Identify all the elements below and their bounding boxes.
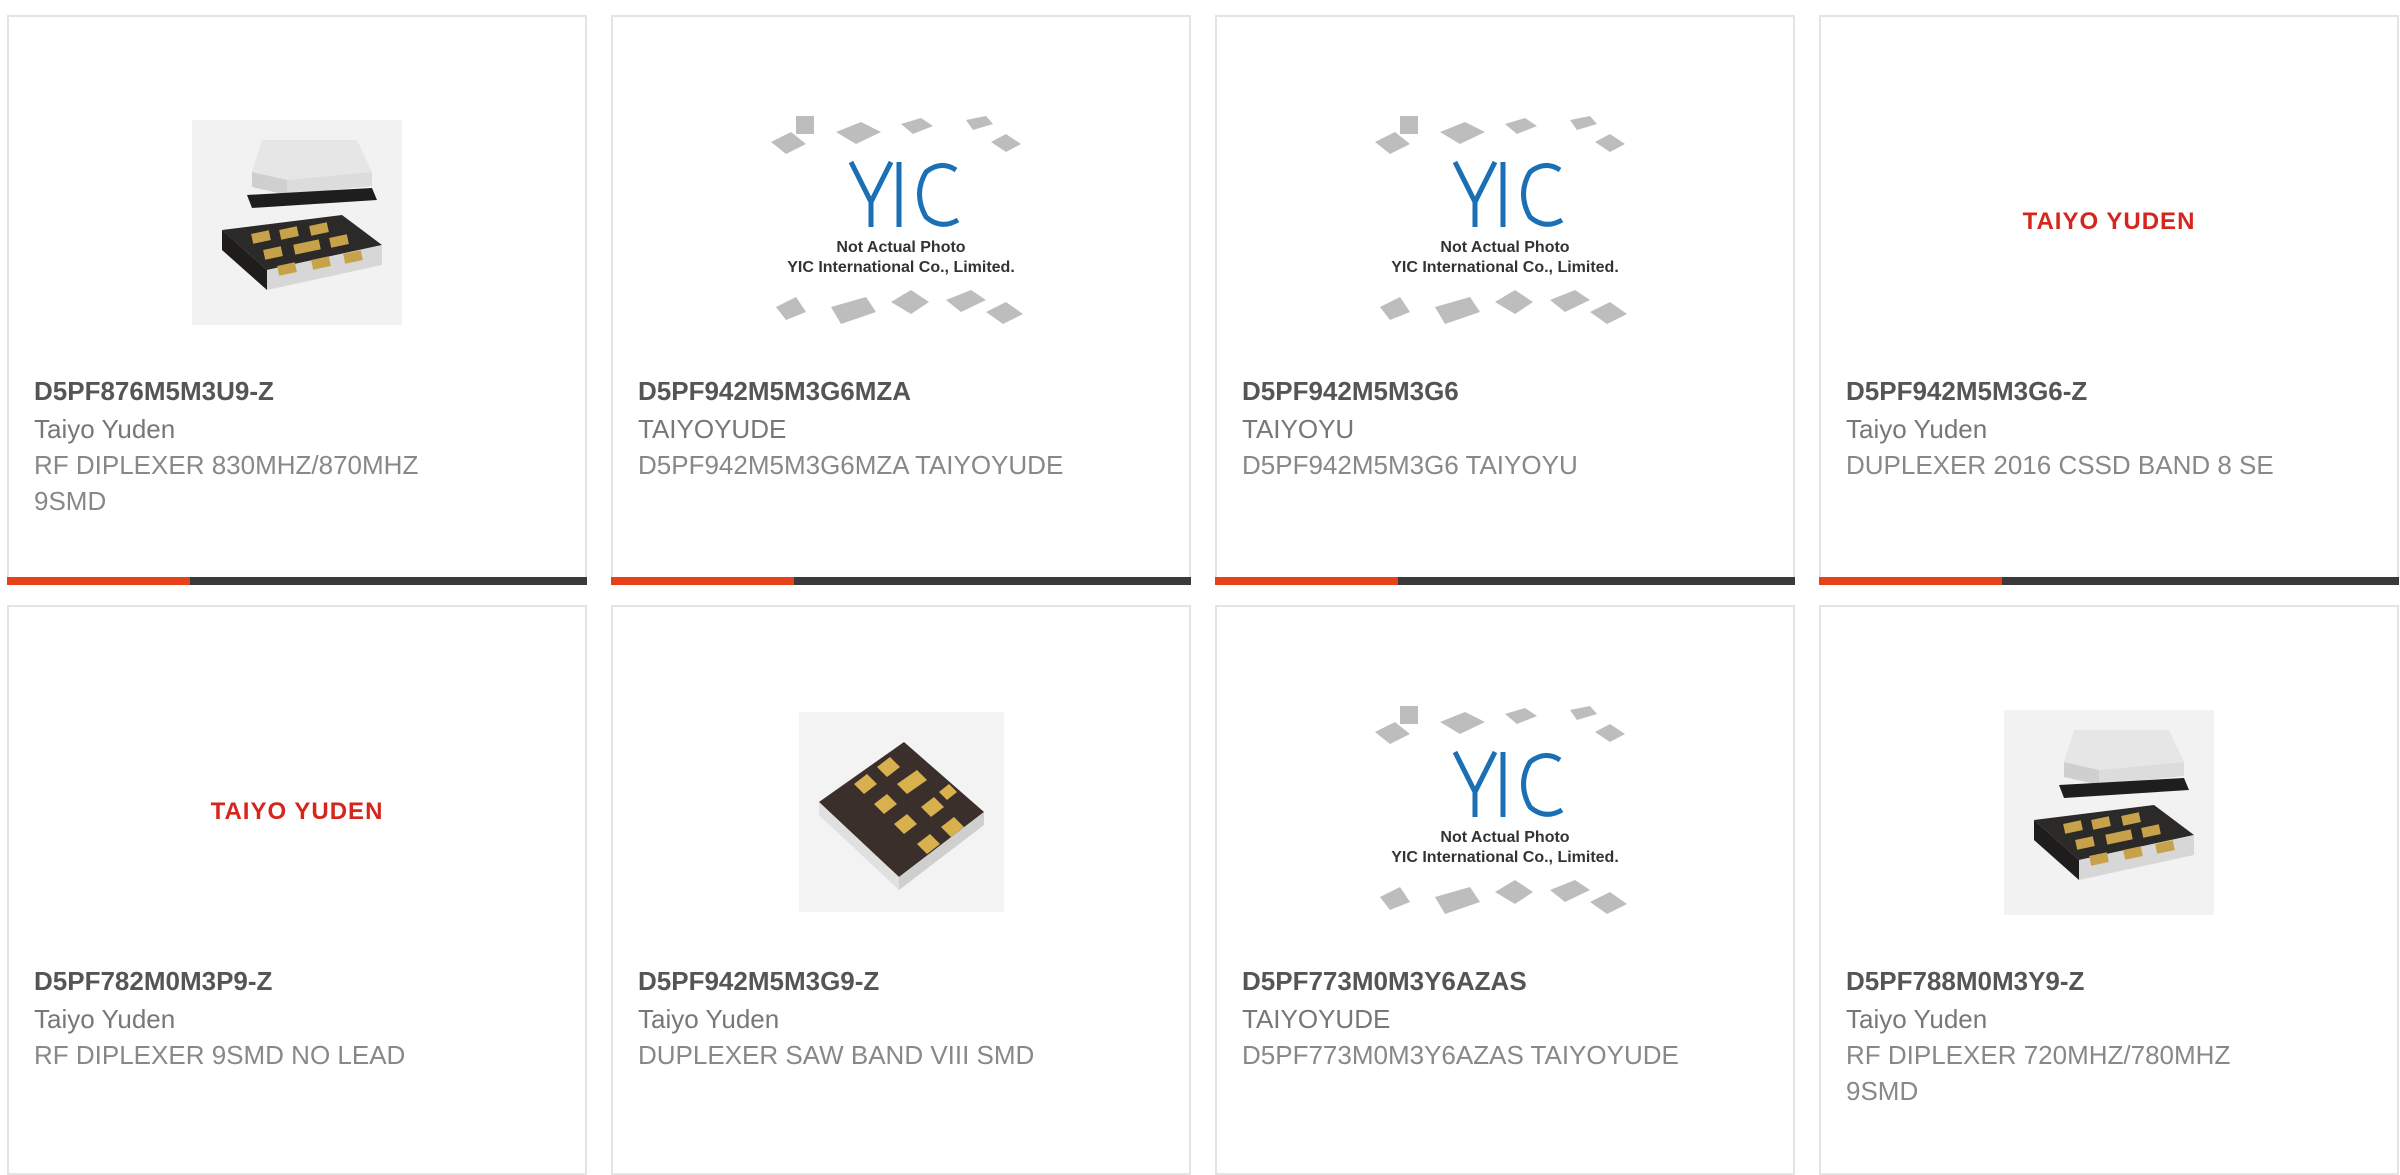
- product-part-number[interactable]: D5PF876M5M3U9-Z: [34, 373, 560, 409]
- product-brand: TAIYOYUDE: [1242, 1004, 1391, 1034]
- card-accent-bar: [7, 577, 587, 585]
- product-brand: Taiyo Yuden: [34, 414, 176, 444]
- product-image: [1821, 667, 2397, 957]
- product-part-number[interactable]: D5PF773M0M3Y6AZAS: [1242, 963, 1768, 999]
- product-card[interactable]: TAIYO YUDEN D5PF782M0M3P9-Z Taiyo Yuden …: [7, 605, 587, 1175]
- product-description: D5PF942M5M3G6MZA TAIYOYUDE: [638, 450, 1064, 480]
- product-card[interactable]: D5PF942M5M3G9-Z Taiyo Yuden DUPLEXER SAW…: [611, 605, 1191, 1175]
- card-accent-bar: [1215, 577, 1795, 585]
- card-accent-bar: [1819, 577, 2399, 585]
- product-card[interactable]: Not Actual Photo YIC International Co., …: [1215, 605, 1795, 1175]
- product-part-number[interactable]: D5PF782M0M3P9-Z: [34, 963, 560, 999]
- yic-placeholder-image: Not Actual Photo YIC International Co., …: [1375, 116, 1627, 324]
- product-part-number[interactable]: D5PF942M5M3G6-Z: [1846, 373, 2372, 409]
- product-image: [613, 667, 1189, 957]
- product-description: DUPLEXER SAW BAND VIII SMD: [638, 1040, 1035, 1070]
- product-card[interactable]: D5PF876M5M3U9-Z Taiyo Yuden RF DIPLEXER …: [7, 15, 587, 585]
- product-description: DUPLEXER 2016 CSSD BAND 8 SE: [1846, 450, 2274, 480]
- product-description: RF DIPLEXER 830MHZ/870MHZ 9SMD: [34, 450, 419, 516]
- product-card[interactable]: Not Actual Photo YIC International Co., …: [611, 15, 1191, 585]
- product-part-number[interactable]: D5PF942M5M3G6MZA: [638, 373, 1164, 409]
- chip-module-icon: [192, 119, 402, 325]
- product-description: RF DIPLEXER 9SMD NO LEAD: [34, 1040, 406, 1070]
- product-card[interactable]: TAIYO YUDEN D5PF942M5M3G6-Z Taiyo Yuden …: [1819, 15, 2399, 585]
- product-brand: Taiyo Yuden: [1846, 414, 1988, 444]
- image-caption-line2: YIC International Co., Limited.: [1391, 259, 1619, 276]
- image-caption-line2: YIC International Co., Limited.: [787, 259, 1015, 276]
- product-image: TAIYO YUDEN: [1821, 77, 2397, 367]
- product-card[interactable]: D5PF788M0M3Y9-Z Taiyo Yuden RF DIPLEXER …: [1819, 605, 2399, 1175]
- product-description: RF DIPLEXER 720MHZ/780MHZ 9SMD: [1846, 1040, 2231, 1106]
- product-brand: Taiyo Yuden: [34, 1004, 176, 1034]
- chip-pads-icon: [798, 712, 1004, 912]
- product-image: Not Actual Photo YIC International Co., …: [613, 77, 1189, 367]
- product-description: D5PF773M0M3Y6AZAS TAIYOYUDE: [1242, 1040, 1679, 1070]
- product-brand: TAIYOYUDE: [638, 414, 787, 444]
- product-part-number[interactable]: D5PF788M0M3Y9-Z: [1846, 963, 2372, 999]
- image-caption-line2: YIC International Co., Limited.: [1391, 849, 1619, 866]
- card-accent-bar: [611, 577, 1191, 585]
- product-image: TAIYO YUDEN: [9, 667, 585, 957]
- image-caption-line1: Not Actual Photo: [836, 239, 965, 256]
- image-caption-line1: Not Actual Photo: [1440, 239, 1569, 256]
- image-caption-line1: Not Actual Photo: [1440, 829, 1569, 846]
- yic-placeholder-image: Not Actual Photo YIC International Co., …: [1375, 706, 1627, 914]
- taiyo-yuden-logo: TAIYO YUDEN: [210, 798, 384, 825]
- product-part-number[interactable]: D5PF942M5M3G9-Z: [638, 963, 1164, 999]
- product-image: Not Actual Photo YIC International Co., …: [1217, 667, 1793, 957]
- product-brand: TAIYOYU: [1242, 414, 1355, 444]
- chip-module-icon: [2004, 709, 2214, 915]
- product-image: [9, 77, 585, 367]
- product-image: Not Actual Photo YIC International Co., …: [1217, 77, 1793, 367]
- product-card[interactable]: Not Actual Photo YIC International Co., …: [1215, 15, 1795, 585]
- taiyo-yuden-logo: TAIYO YUDEN: [2022, 208, 2196, 235]
- product-part-number[interactable]: D5PF942M5M3G6: [1242, 373, 1768, 409]
- product-brand: Taiyo Yuden: [1846, 1004, 1988, 1034]
- product-description: D5PF942M5M3G6 TAIYOYU: [1242, 450, 1578, 480]
- product-grid: D5PF876M5M3U9-Z Taiyo Yuden RF DIPLEXER …: [0, 0, 2400, 1175]
- yic-placeholder-image: Not Actual Photo YIC International Co., …: [771, 116, 1023, 324]
- product-brand: Taiyo Yuden: [638, 1004, 780, 1034]
